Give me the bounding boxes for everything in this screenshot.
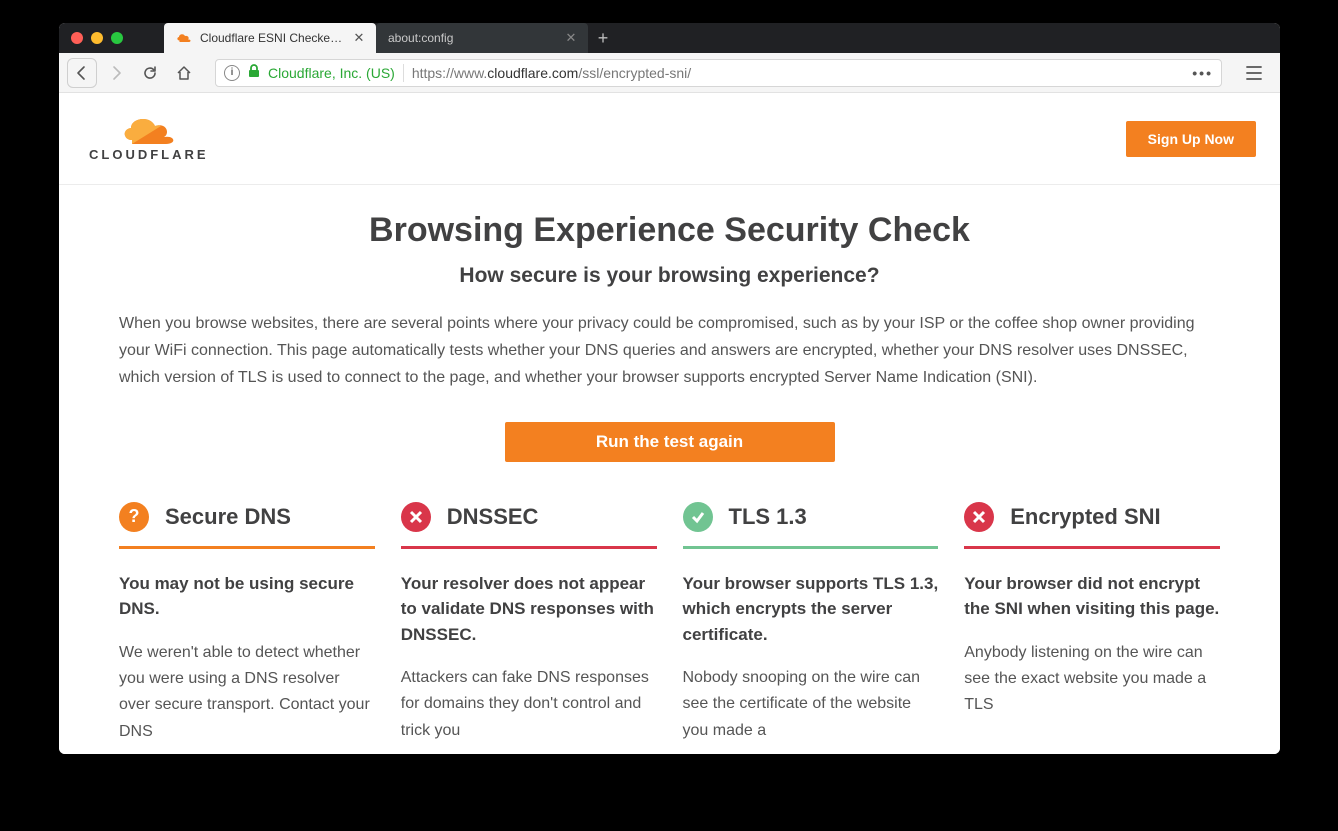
window-controls [59, 32, 164, 44]
card-header: Encrypted SNI [964, 502, 1220, 549]
close-icon[interactable]: ✕ [564, 31, 578, 45]
reload-button[interactable] [135, 58, 165, 88]
site-header: CLOUDFLARE Sign Up Now [59, 93, 1280, 185]
card-body: We weren't able to detect whether you we… [119, 640, 375, 746]
lock-icon [248, 64, 260, 81]
tab-cloudflare[interactable]: Cloudflare ESNI Checker | Cloud ✕ [164, 23, 376, 53]
cloudflare-wordmark: CLOUDFLARE [89, 147, 209, 162]
fail-icon [964, 502, 994, 532]
browser-window: Cloudflare ESNI Checker | Cloud ✕ about:… [59, 23, 1280, 754]
card-title: DNSSEC [447, 504, 539, 530]
cloudflare-icon [176, 31, 192, 46]
site-info-icon[interactable]: i [224, 65, 240, 81]
tab-title: about:config [388, 31, 556, 45]
pass-icon [683, 502, 713, 532]
card-lead: You may not be using secure DNS. [119, 571, 375, 622]
url-text: https://www.cloudflare.com/ssl/encrypted… [412, 65, 691, 81]
card-body: Attackers can fake DNS responses for dom… [401, 665, 657, 744]
card-body: Nobody snooping on the wire can see the … [683, 665, 939, 744]
card-title: Secure DNS [165, 504, 291, 530]
cloudflare-logo[interactable]: CLOUDFLARE [89, 116, 209, 162]
page-actions-icon[interactable]: ••• [1192, 65, 1213, 81]
separator [403, 64, 404, 82]
new-tab-button[interactable]: + [588, 23, 618, 53]
card-body: Anybody listening on the wire can see th… [964, 640, 1220, 719]
titlebar: Cloudflare ESNI Checker | Cloud ✕ about:… [59, 23, 1280, 53]
home-button[interactable] [169, 58, 199, 88]
signup-button[interactable]: Sign Up Now [1126, 121, 1256, 157]
hero: Browsing Experience Security Check How s… [59, 185, 1280, 462]
hamburger-menu-button[interactable] [1236, 66, 1272, 80]
cloudflare-cloud-icon [120, 116, 178, 144]
close-icon[interactable]: ✕ [352, 31, 366, 45]
card-header: DNSSEC [401, 502, 657, 549]
result-secure-dns: ? Secure DNS You may not be using secure… [119, 502, 375, 746]
result-dnssec: DNSSEC Your resolver does not appear to … [401, 502, 657, 746]
question-icon: ? [119, 502, 149, 532]
window-maximize-button[interactable] [111, 32, 123, 44]
window-minimize-button[interactable] [91, 32, 103, 44]
page-content: CLOUDFLARE Sign Up Now Browsing Experien… [59, 93, 1280, 754]
tab-strip: Cloudflare ESNI Checker | Cloud ✕ about:… [164, 23, 618, 53]
card-lead: Your browser did not encrypt the SNI whe… [964, 571, 1220, 622]
page-subtitle: How secure is your browsing experience? [119, 264, 1220, 288]
card-lead: Your resolver does not appear to validat… [401, 571, 657, 648]
back-button[interactable] [67, 58, 97, 88]
fail-icon [401, 502, 431, 532]
page-title: Browsing Experience Security Check [119, 211, 1220, 250]
forward-button[interactable] [101, 58, 131, 88]
url-bar[interactable]: i Cloudflare, Inc. (US) https://www.clou… [215, 59, 1222, 87]
card-title: TLS 1.3 [729, 504, 807, 530]
nav-toolbar: i Cloudflare, Inc. (US) https://www.clou… [59, 53, 1280, 93]
run-test-button[interactable]: Run the test again [505, 422, 835, 462]
results-grid: ? Secure DNS You may not be using secure… [59, 462, 1280, 746]
card-header: TLS 1.3 [683, 502, 939, 549]
card-header: ? Secure DNS [119, 502, 375, 549]
result-esni: Encrypted SNI Your browser did not encry… [964, 502, 1220, 746]
window-close-button[interactable] [71, 32, 83, 44]
intro-paragraph: When you browse websites, there are seve… [119, 310, 1220, 392]
result-tls13: TLS 1.3 Your browser supports TLS 1.3, w… [683, 502, 939, 746]
cert-label: Cloudflare, Inc. (US) [268, 65, 395, 81]
card-title: Encrypted SNI [1010, 504, 1160, 530]
tab-title: Cloudflare ESNI Checker | Cloud [200, 31, 344, 45]
card-lead: Your browser supports TLS 1.3, which enc… [683, 571, 939, 648]
tab-about-config[interactable]: about:config ✕ [376, 23, 588, 53]
